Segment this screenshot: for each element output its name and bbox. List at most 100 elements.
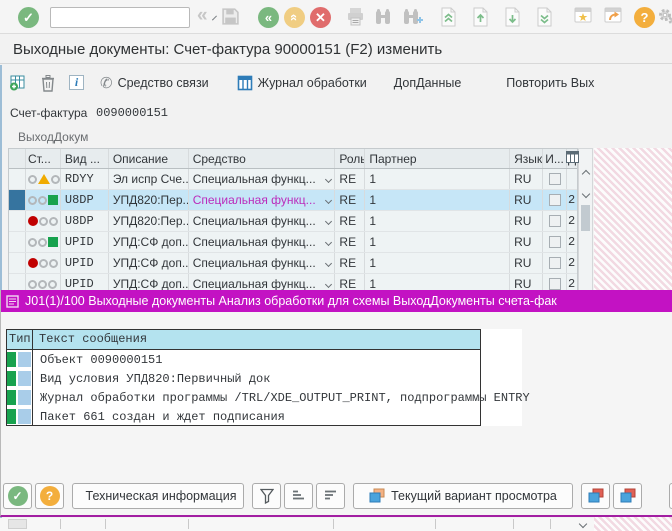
change-checkbox[interactable] [549, 194, 561, 206]
scrollbar-thumb[interactable] [581, 205, 590, 231]
scroll-up-button[interactable] [580, 167, 591, 181]
customize-layout-button[interactable] [658, 7, 672, 26]
description-cell[interactable]: Эл испр Сче... [109, 169, 189, 189]
technical-info-button[interactable]: Техническая информация [72, 483, 244, 509]
header-language[interactable]: Язык [510, 149, 543, 168]
table-row[interactable]: UPID УПД:СФ доп... Специальная функц... … [9, 232, 577, 253]
partner-cell[interactable]: 1 [365, 169, 510, 189]
medium-select[interactable]: Специальная функц... [189, 253, 336, 273]
message-row[interactable]: Объект 0090000151 [6, 350, 522, 369]
header-role[interactable]: Роль [335, 149, 365, 168]
partner-cell[interactable]: 1 [365, 232, 510, 252]
table-row[interactable]: U8DP УПД820:Пер... Специальная функц... … [9, 190, 577, 211]
back-button[interactable]: « [258, 7, 279, 28]
role-cell[interactable]: RE [335, 211, 365, 231]
medium-select[interactable]: Специальная функц... [189, 232, 336, 252]
message-row[interactable]: Пакет 661 создан и ждет подписания [6, 407, 522, 426]
change-checkbox[interactable] [549, 278, 561, 290]
print-button[interactable] [346, 7, 365, 26]
language-cell[interactable]: RU [510, 253, 543, 273]
delete-button[interactable] [40, 74, 56, 92]
exit-button[interactable]: « [284, 7, 305, 28]
header-status[interactable]: Ст... [26, 149, 61, 168]
vid-cell[interactable]: U8DP [61, 190, 109, 210]
role-cell[interactable]: RE [335, 232, 365, 252]
current-display-variant-button[interactable]: Текущий вариант просмотра [353, 483, 573, 509]
row-selector[interactable] [9, 169, 26, 189]
table-row[interactable]: UPID УПД:СФ доп... Специальная функц... … [9, 253, 577, 274]
additional-data-label: ДопДанные [394, 76, 462, 90]
row-selector[interactable] [9, 190, 26, 210]
change-checkbox[interactable] [549, 215, 561, 227]
medium-select[interactable]: Специальная функц... [189, 169, 336, 189]
table-settings-button[interactable] [566, 151, 579, 166]
header-partner[interactable]: Партнер [365, 149, 510, 168]
header-description[interactable]: Описание [109, 149, 189, 168]
change-checkbox[interactable] [549, 173, 561, 185]
vid-cell[interactable]: UPID [61, 253, 109, 273]
table-row[interactable]: RDYY Эл испр Сче... Специальная функц...… [9, 169, 577, 190]
first-page-button[interactable] [440, 7, 457, 27]
role-cell[interactable]: RE [335, 169, 365, 189]
description-cell[interactable]: УПД:СФ доп... [109, 232, 189, 252]
additional-data-button[interactable]: ДопДанные [394, 76, 462, 90]
vid-cell[interactable]: U8DP [61, 211, 109, 231]
continue-button[interactable]: ✓ [3, 483, 32, 509]
role-cell[interactable]: RE [335, 190, 365, 210]
details-button[interactable]: i [69, 75, 84, 90]
description-cell[interactable]: УПД820:Пер... [109, 190, 189, 210]
language-cell[interactable]: RU [510, 232, 543, 252]
enter-button[interactable]: ✓ [18, 7, 39, 28]
description-cell[interactable]: УПД:СФ доп... [109, 253, 189, 273]
dialog-titlebar[interactable]: J01(1)/100 Выходные документы Анализ обр… [1, 290, 672, 312]
change-checkbox[interactable] [549, 257, 561, 269]
row-selector[interactable] [9, 211, 26, 231]
partner-cell[interactable]: 1 [365, 211, 510, 231]
choose-variant-button[interactable] [581, 483, 610, 509]
page-down-button[interactable] [504, 7, 521, 27]
language-cell[interactable]: RU [510, 169, 543, 189]
table-row[interactable]: U8DP УПД820:Пер... Специальная функц... … [9, 211, 577, 232]
filter-button[interactable] [252, 483, 281, 509]
new-session-button[interactable] [574, 7, 593, 24]
language-cell[interactable]: RU [510, 190, 543, 210]
save-variant-button[interactable] [613, 483, 642, 509]
find-button[interactable] [374, 7, 392, 26]
shortcut-button[interactable] [604, 7, 623, 24]
command-field[interactable] [51, 9, 214, 26]
sort-descending-button[interactable] [316, 483, 345, 509]
collapse-toolbar-button[interactable]: « [197, 5, 208, 27]
row-selector[interactable] [9, 253, 26, 273]
description-cell[interactable]: УПД820:Пер... [109, 211, 189, 231]
help-button[interactable]: ? [634, 7, 655, 28]
row-selector[interactable] [9, 232, 26, 252]
partner-cell[interactable]: 1 [365, 190, 510, 210]
create-output-button[interactable] [9, 74, 27, 91]
message-row[interactable]: Вид условия УПД820:Первичный док [6, 369, 522, 388]
partner-cell[interactable]: 1 [365, 253, 510, 273]
change-checkbox[interactable] [549, 236, 561, 248]
help-button[interactable]: ? [35, 483, 64, 509]
language-cell[interactable]: RU [510, 211, 543, 231]
medium-select[interactable]: Специальная функц... [189, 211, 336, 231]
repeat-output-button[interactable]: Повторить Вых [506, 76, 594, 90]
header-vid[interactable]: Вид ... [61, 149, 109, 168]
vid-cell[interactable]: RDYY [61, 169, 109, 189]
vid-cell[interactable]: UPID [61, 232, 109, 252]
communication-method-button[interactable]: ✆ Средство связи [100, 74, 209, 92]
cancel-button[interactable]: ✕ [310, 7, 331, 28]
hscrollbar-thumb[interactable] [8, 519, 27, 529]
header-change[interactable]: И... [543, 149, 567, 168]
processing-log-button[interactable]: Журнал обработки [237, 75, 367, 91]
scroll-down-button[interactable] [576, 518, 590, 530]
scroll-down-button[interactable] [580, 187, 591, 201]
page-up-button[interactable] [472, 7, 489, 27]
save-button[interactable] [221, 7, 240, 26]
role-cell[interactable]: RE [335, 253, 365, 273]
message-row[interactable]: Журнал обработки программы /TRL/XDE_OUTP… [6, 388, 522, 407]
sort-ascending-button[interactable] [284, 483, 313, 509]
find-next-button[interactable] [402, 7, 424, 26]
header-medium[interactable]: Средство [189, 149, 336, 168]
last-page-button[interactable] [536, 7, 553, 27]
medium-select[interactable]: Специальная функц... [189, 190, 336, 210]
